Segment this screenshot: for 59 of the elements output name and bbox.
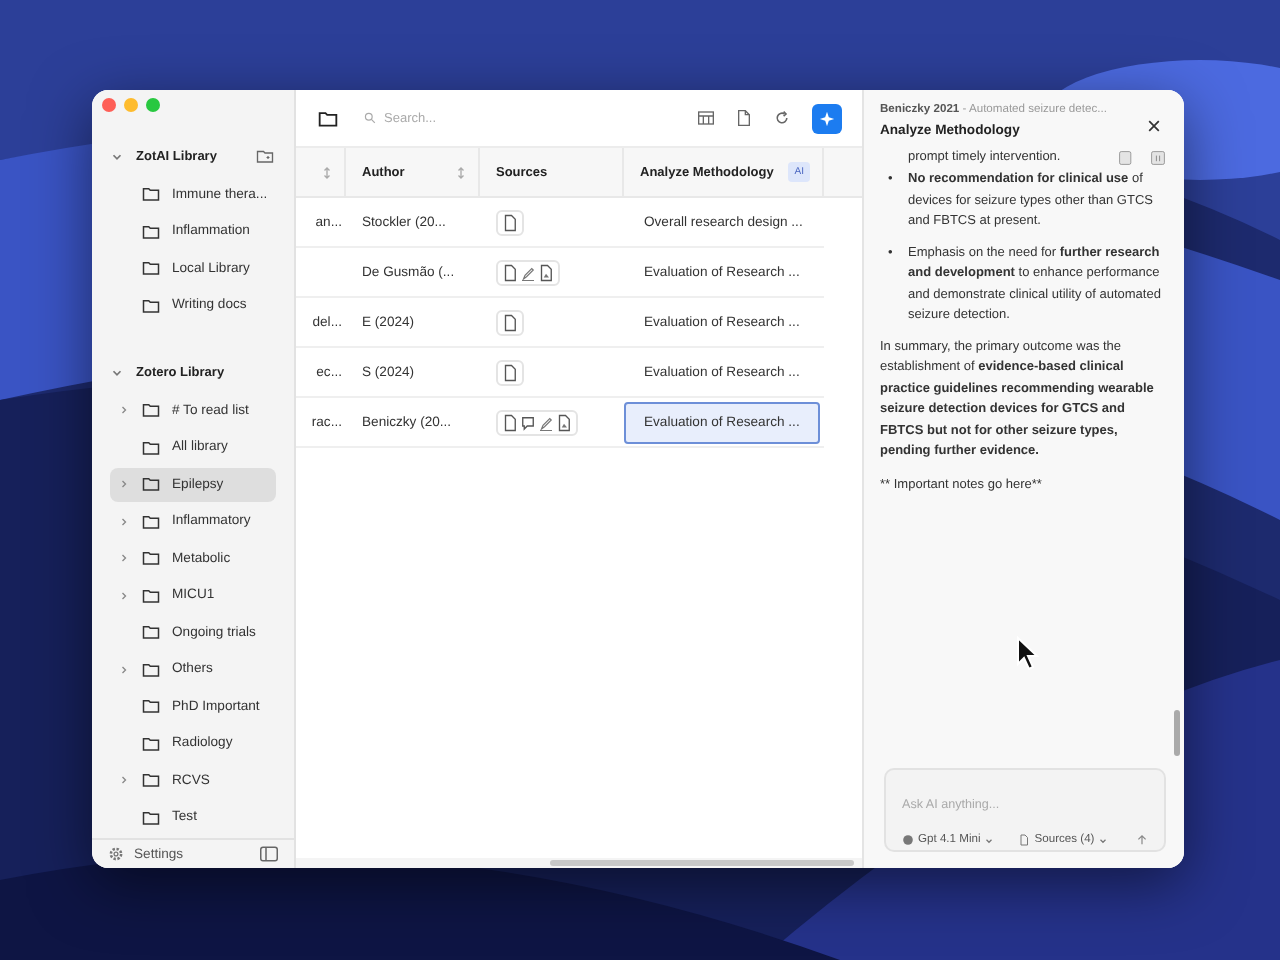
new-folder-icon[interactable] [256,148,274,164]
document-icon[interactable] [736,110,752,126]
chevron-icon[interactable] [118,552,130,565]
folder-icon [142,735,160,752]
send-icon[interactable] [1136,834,1148,846]
delete-icon[interactable] [1150,150,1166,166]
folder-icon [142,476,160,493]
folder-icon [142,439,160,456]
caret-icon [1098,835,1109,845]
folder-icon [142,587,160,604]
folder-icon [142,223,160,240]
chevron-icon[interactable] [118,589,130,602]
settings-icon [108,846,124,862]
close-window-button[interactable] [102,98,116,112]
image-file-icon[interactable] [556,413,572,431]
folder-icon [142,513,160,530]
document-icon[interactable] [502,263,518,281]
folder-icon [142,624,160,641]
folder-icon [142,661,160,678]
caret-icon [984,835,995,845]
chevron-icon[interactable] [118,404,130,417]
folder-icon [142,809,160,826]
scrollbar-thumb[interactable] [1174,710,1180,756]
chevron-icon[interactable] [118,774,130,787]
sparkle-icon [818,109,836,127]
folder-icon [142,402,160,419]
sort-icon[interactable] [456,165,466,179]
document-icon [1018,834,1031,846]
ai-button[interactable] [812,103,842,133]
sidebar-toggle-icon[interactable] [260,846,278,862]
chevron-icon[interactable] [110,365,124,379]
folder-icon[interactable] [318,109,338,127]
chevron-icon[interactable] [110,149,124,163]
copy-icon[interactable] [1118,150,1134,166]
table-icon[interactable] [698,110,714,126]
model-icon [902,834,914,846]
sort-icon[interactable] [322,165,332,179]
folder-icon [142,260,160,277]
folder-icon [142,550,160,567]
folder-icon [142,297,160,314]
mouse-pointer-icon [1016,636,1040,672]
close-icon[interactable] [1146,118,1162,134]
scrollbar-thumb[interactable] [550,860,854,866]
document-icon[interactable] [502,213,518,231]
folder-icon [142,772,160,789]
document-icon[interactable] [502,313,518,331]
search-icon [364,112,376,124]
chevron-icon[interactable] [118,515,130,528]
folder-icon [142,698,160,715]
image-file-icon[interactable] [538,263,554,281]
pen-icon[interactable] [520,263,536,281]
folder-icon [142,186,160,203]
document-icon[interactable] [502,363,518,381]
chevron-icon[interactable] [118,478,130,491]
refresh-icon[interactable] [774,110,790,126]
pen-icon[interactable] [538,413,554,431]
document-icon[interactable] [502,413,518,431]
chevron-icon[interactable] [118,663,130,676]
comment-icon[interactable] [520,413,536,431]
